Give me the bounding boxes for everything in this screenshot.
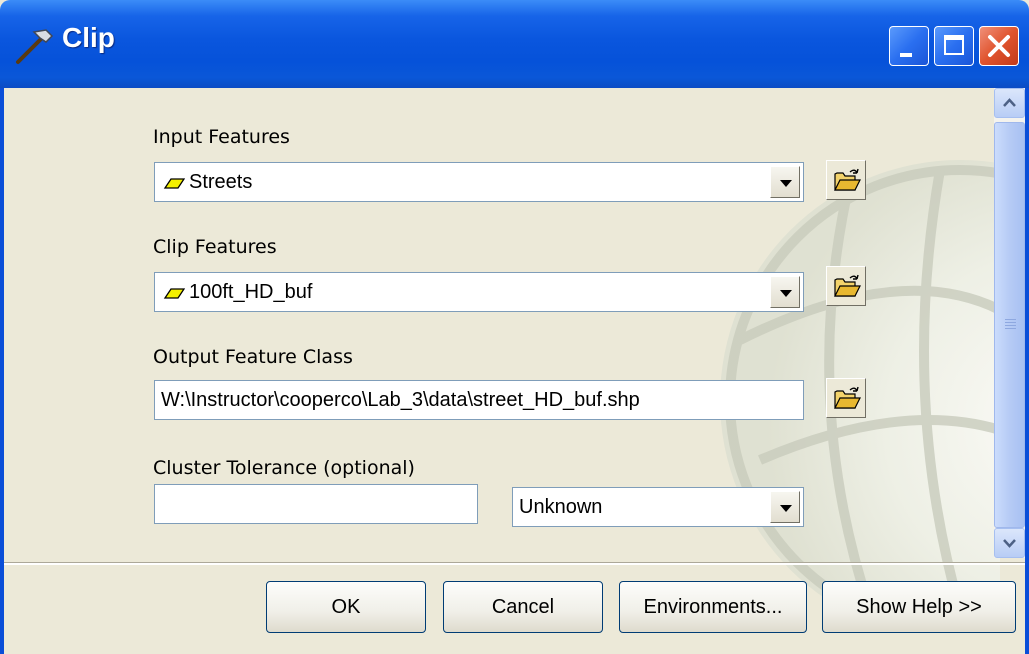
maximize-button[interactable] [934,26,974,66]
clip-features-label: Clip Features [153,236,277,258]
minimize-button[interactable] [889,26,929,66]
window-frame-left [0,88,4,654]
input-features-browse-button[interactable] [826,160,866,200]
cancel-button[interactable]: Cancel [443,581,603,633]
scroll-down-button[interactable] [994,528,1025,558]
chevron-down-icon [1003,539,1016,548]
vertical-scrollbar[interactable] [994,88,1025,558]
clip-features-value: 100ft_HD_buf [189,281,313,303]
dropdown-arrow-icon[interactable] [770,166,800,198]
window-title: Clip [62,22,115,53]
output-feature-class-browse-button[interactable] [826,378,866,418]
environments-button[interactable]: Environments... [619,581,807,633]
clip-features-browse-button[interactable] [826,266,866,306]
chevron-up-icon [1003,98,1016,107]
scroll-thumb[interactable] [994,122,1025,528]
minimize-icon [900,53,912,57]
ok-button[interactable]: OK [266,581,426,633]
globe-watermark [720,160,1000,610]
clip-features-combobox[interactable]: 100ft_HD_buf [154,272,804,312]
output-feature-class-input[interactable]: W:\Instructor\cooperco\Lab_3\data\street… [154,380,804,420]
dropdown-arrow-icon[interactable] [770,491,800,523]
cluster-tolerance-input[interactable] [154,484,478,524]
title-bar: Clip [0,0,1029,88]
footer-separator [4,562,1025,565]
polygon-layer-icon [163,288,185,299]
show-help-button[interactable]: Show Help >> [822,581,1016,633]
cluster-tolerance-unit-value: Unknown [519,496,603,518]
dropdown-arrow-icon[interactable] [770,276,800,308]
output-feature-class-label: Output Feature Class [153,346,353,368]
hammer-icon [16,29,54,64]
cluster-tolerance-label: Cluster Tolerance (optional) [153,457,415,479]
close-icon [988,35,1010,57]
scroll-up-button[interactable] [994,88,1025,118]
input-features-combobox[interactable]: Streets [154,162,804,202]
open-folder-icon [834,168,861,191]
maximize-icon [944,35,964,55]
cluster-tolerance-unit-select[interactable]: Unknown [512,487,804,527]
input-features-value: Streets [189,171,253,193]
window-frame-right [1025,88,1029,654]
polygon-layer-icon [163,178,185,189]
close-button[interactable] [979,26,1019,66]
open-folder-icon [834,386,861,409]
input-features-label: Input Features [153,126,290,148]
output-feature-class-value: W:\Instructor\cooperco\Lab_3\data\street… [161,389,640,411]
open-folder-icon [834,274,861,297]
